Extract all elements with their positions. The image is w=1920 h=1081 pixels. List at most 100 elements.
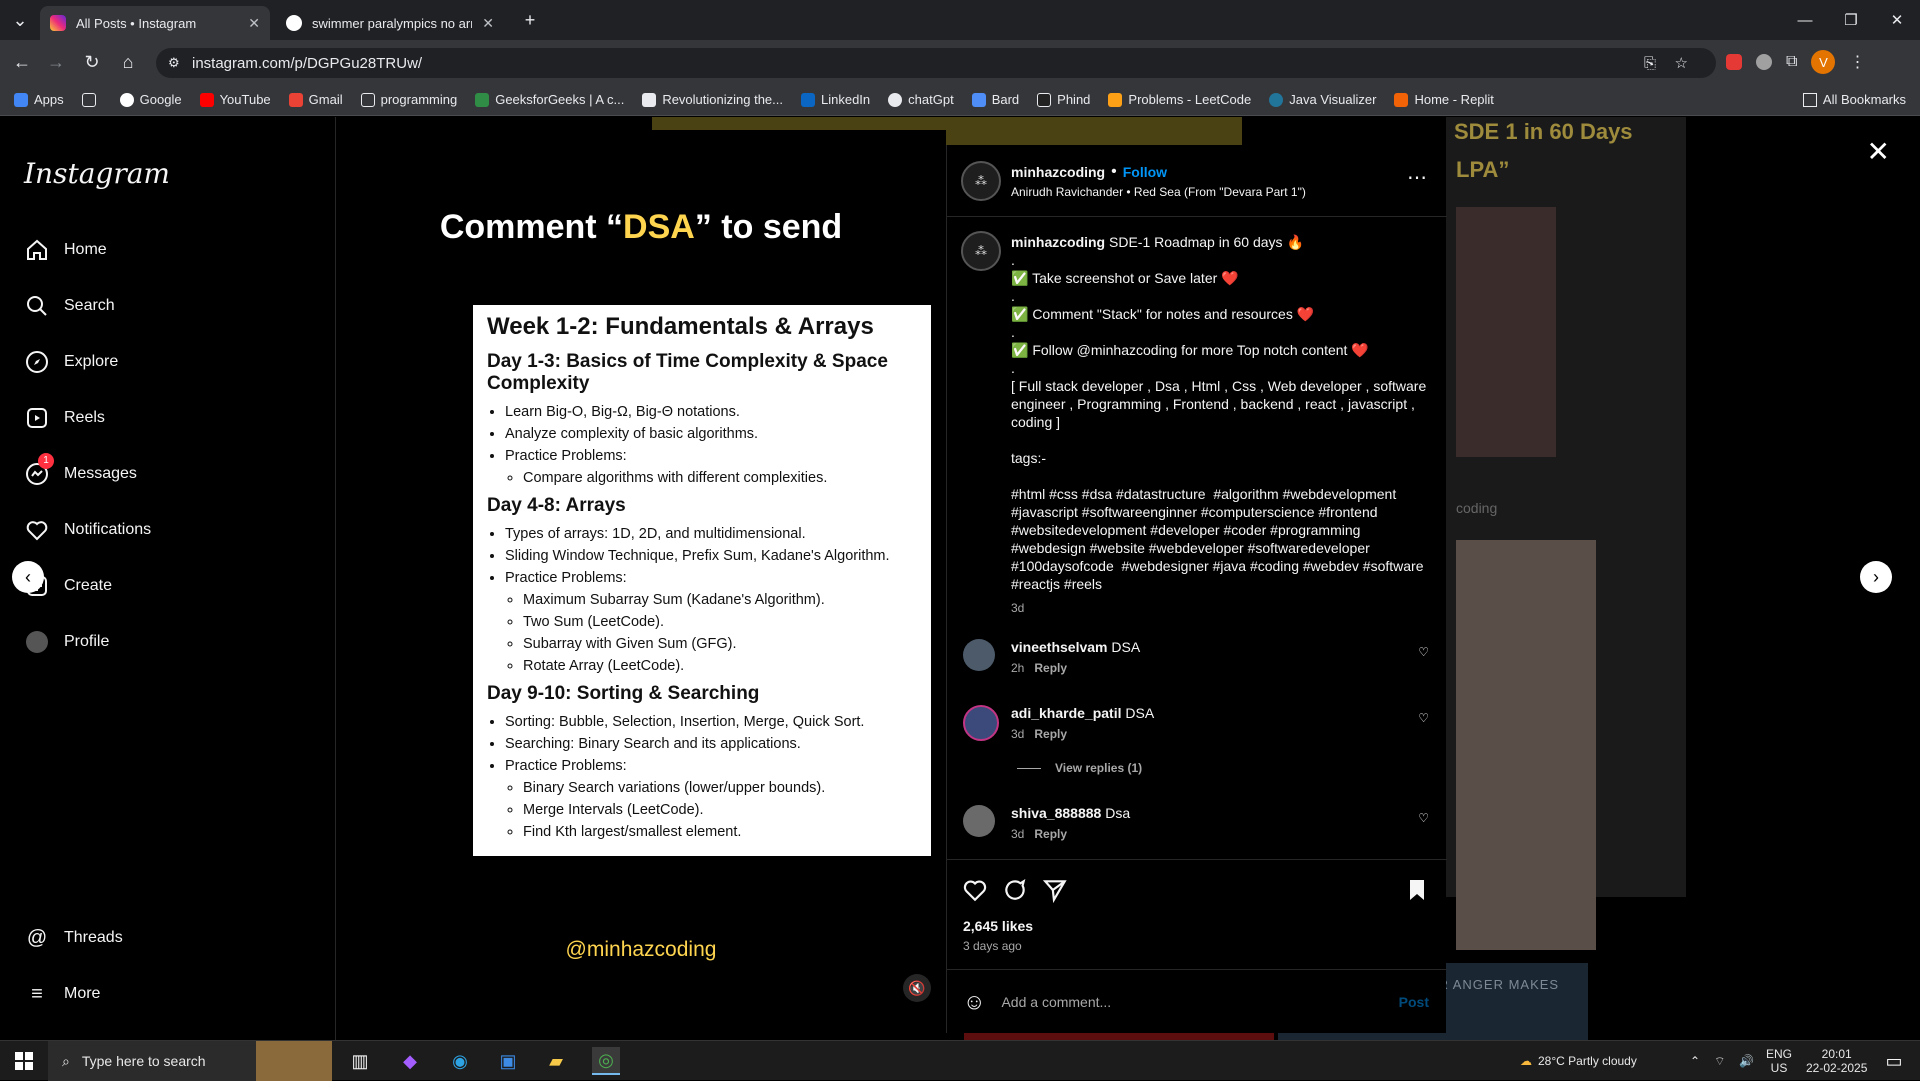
post-username[interactable]: minhazcoding [1011, 164, 1105, 180]
like-comment-icon[interactable]: ♡ [1418, 811, 1429, 825]
home-icon [24, 237, 50, 263]
comment-input[interactable]: Add a comment... [1001, 994, 1111, 1010]
avatar[interactable] [963, 705, 999, 741]
sidebar-item-label: Profile [64, 633, 110, 650]
chevron-up-icon[interactable]: ⌃ [1690, 1054, 1700, 1068]
caption-username[interactable]: minhazcoding [1011, 234, 1105, 250]
reply-button[interactable]: Reply [1034, 661, 1067, 675]
bookmark-linkedin[interactable]: LinkedIn [801, 92, 870, 107]
edge-icon[interactable]: ◉ [446, 1047, 474, 1075]
volume-icon[interactable]: 🔊 [1739, 1054, 1754, 1068]
sidebar-item-reels[interactable]: Reels [24, 405, 105, 431]
store-icon[interactable]: ▣ [494, 1047, 522, 1075]
reply-button[interactable]: Reply [1034, 727, 1067, 741]
forward-icon[interactable]: → [44, 50, 68, 74]
tab-instagram[interactable]: All Posts • Instagram ✕ [40, 6, 270, 40]
restore-icon[interactable]: ❐ [1828, 0, 1874, 40]
sidebar-item-explore[interactable]: Explore [24, 349, 118, 375]
emoji-icon[interactable]: ☺ [963, 989, 985, 1015]
likes-count[interactable]: 2,645 likes [963, 918, 1033, 934]
bookmark-geeksforgeeks[interactable]: GeeksforGeeks | A c... [475, 92, 624, 107]
bookmark-replit[interactable]: Home - Replit [1394, 92, 1494, 107]
post-comment-button[interactable]: Post [1399, 994, 1429, 1010]
avatar[interactable] [963, 805, 995, 837]
sidebar-item-home[interactable]: Home [24, 237, 107, 263]
like-comment-icon[interactable]: ♡ [1418, 711, 1429, 725]
close-window-icon[interactable]: ✕ [1874, 0, 1920, 40]
notification-center-icon[interactable]: ▭ [1880, 1047, 1908, 1075]
tab-search-icon[interactable]: ⌄ [8, 8, 32, 32]
sidebar-item-notifications[interactable]: Notifications [24, 517, 151, 543]
bookmark-gmail[interactable]: Gmail [288, 92, 343, 107]
network-icon[interactable]: ⌔ [1714, 1054, 1725, 1069]
post-audio[interactable]: Anirudh Ravichander • Red Sea (From "Dev… [1011, 185, 1306, 199]
copilot-icon[interactable]: ◆ [396, 1047, 424, 1075]
bookmark-grid[interactable] [81, 92, 102, 107]
bookmark-java-visualizer[interactable]: Java Visualizer [1269, 92, 1376, 107]
back-icon[interactable]: ← [10, 50, 34, 74]
bookmark-chatgpt[interactable]: chatGpt [888, 92, 954, 107]
extensions-puzzle-icon[interactable]: ⧉ [1786, 53, 1797, 71]
sidebar-item-profile[interactable]: Profile [24, 629, 109, 655]
like-icon[interactable] [961, 876, 989, 904]
post-media[interactable]: Comment “DSA” to send Week 1-2: Fundamen… [336, 130, 946, 1033]
avatar[interactable]: ⁂ [961, 231, 1001, 271]
browser-menu-icon[interactable]: ⋮ [1849, 52, 1865, 72]
bookmark-apps[interactable]: Apps [14, 92, 64, 107]
minimize-icon[interactable]: — [1782, 0, 1828, 40]
sidebar-item-more[interactable]: ≡ More [24, 981, 100, 1007]
home-icon[interactable]: ⌂ [116, 50, 140, 74]
reply-button[interactable]: Reply [1034, 827, 1067, 841]
sidebar-item-search[interactable]: Search [24, 293, 115, 319]
follow-button[interactable]: Follow [1123, 164, 1167, 180]
reload-icon[interactable]: ↻ [80, 50, 104, 74]
weather-widget[interactable]: ☁ 28°C Partly cloudy [1520, 1041, 1637, 1081]
windows-start-icon[interactable] [10, 1047, 38, 1075]
instagram-logo[interactable]: Instagram [24, 157, 170, 190]
extension-icon[interactable] [1756, 54, 1772, 70]
close-tab-icon[interactable]: ✕ [482, 15, 494, 32]
bookmark-star-icon[interactable]: ☆ [1675, 54, 1688, 72]
mute-icon[interactable]: 🔇 [903, 974, 931, 1002]
bookmark-leetcode[interactable]: Problems - LeetCode [1108, 92, 1251, 107]
new-tab-icon[interactable]: + [518, 8, 542, 32]
like-comment-icon[interactable]: ♡ [1418, 645, 1429, 659]
extension-icon[interactable] [1726, 54, 1742, 70]
previous-post-icon[interactable]: ‹ [12, 561, 44, 593]
install-app-icon[interactable]: ⎘ [1644, 55, 1656, 72]
task-view-icon[interactable]: ▥ [346, 1047, 374, 1075]
bookmark-google[interactable]: Google [119, 92, 182, 107]
clock[interactable]: 20:01 22-02-2025 [1806, 1041, 1867, 1081]
comment-icon[interactable] [1001, 876, 1029, 904]
bookmark-phind[interactable]: Phind [1037, 92, 1090, 107]
comment-username[interactable]: vineethselvam [1011, 639, 1108, 655]
more-options-icon[interactable]: ⋯ [1407, 165, 1427, 190]
comment-username[interactable]: shiva_888888 [1011, 805, 1101, 821]
taskbar-search-input[interactable]: ⌕ Type here to search [48, 1041, 332, 1081]
address-bar[interactable]: ⚙ instagram.com/p/DGPGu28TRUw/ ⎘ ☆ [156, 48, 1716, 78]
sidebar-item-messages[interactable]: 1 Messages [24, 453, 137, 487]
close-modal-icon[interactable]: ✕ [1867, 135, 1890, 168]
all-bookmarks[interactable]: All Bookmarks [1802, 92, 1906, 107]
view-replies-button[interactable]: View replies (1) [1017, 761, 1142, 775]
bookmark-youtube[interactable]: YouTube [199, 92, 271, 107]
sidebar-item-threads[interactable]: @ Threads [24, 925, 123, 951]
avatar[interactable]: ⁂ [961, 161, 1001, 201]
comment-username[interactable]: adi_kharde_patil [1011, 705, 1122, 721]
profile-avatar[interactable]: V [1811, 50, 1836, 74]
bookmark-bard[interactable]: Bard [971, 92, 1019, 107]
next-post-icon[interactable]: › [1860, 561, 1892, 593]
save-bookmark-icon[interactable] [1403, 876, 1431, 904]
bookmark-programming[interactable]: programming [360, 92, 457, 107]
bookmark-revolutionizing[interactable]: Revolutionizing the... [642, 92, 783, 107]
tab-google-search[interactable]: swimmer paralympics no arms ✕ [276, 6, 504, 40]
close-tab-icon[interactable]: ✕ [248, 15, 260, 32]
chrome-icon[interactable]: ◎ [592, 1047, 620, 1075]
avatar[interactable] [963, 639, 995, 671]
language-indicator[interactable]: ENG US [1766, 1041, 1792, 1081]
site-info-icon[interactable]: ⚙ [168, 55, 180, 71]
reels-icon [24, 405, 50, 431]
caption-line: . [1011, 360, 1015, 376]
file-explorer-icon[interactable]: ▰ [542, 1047, 570, 1075]
share-icon[interactable] [1041, 876, 1069, 904]
